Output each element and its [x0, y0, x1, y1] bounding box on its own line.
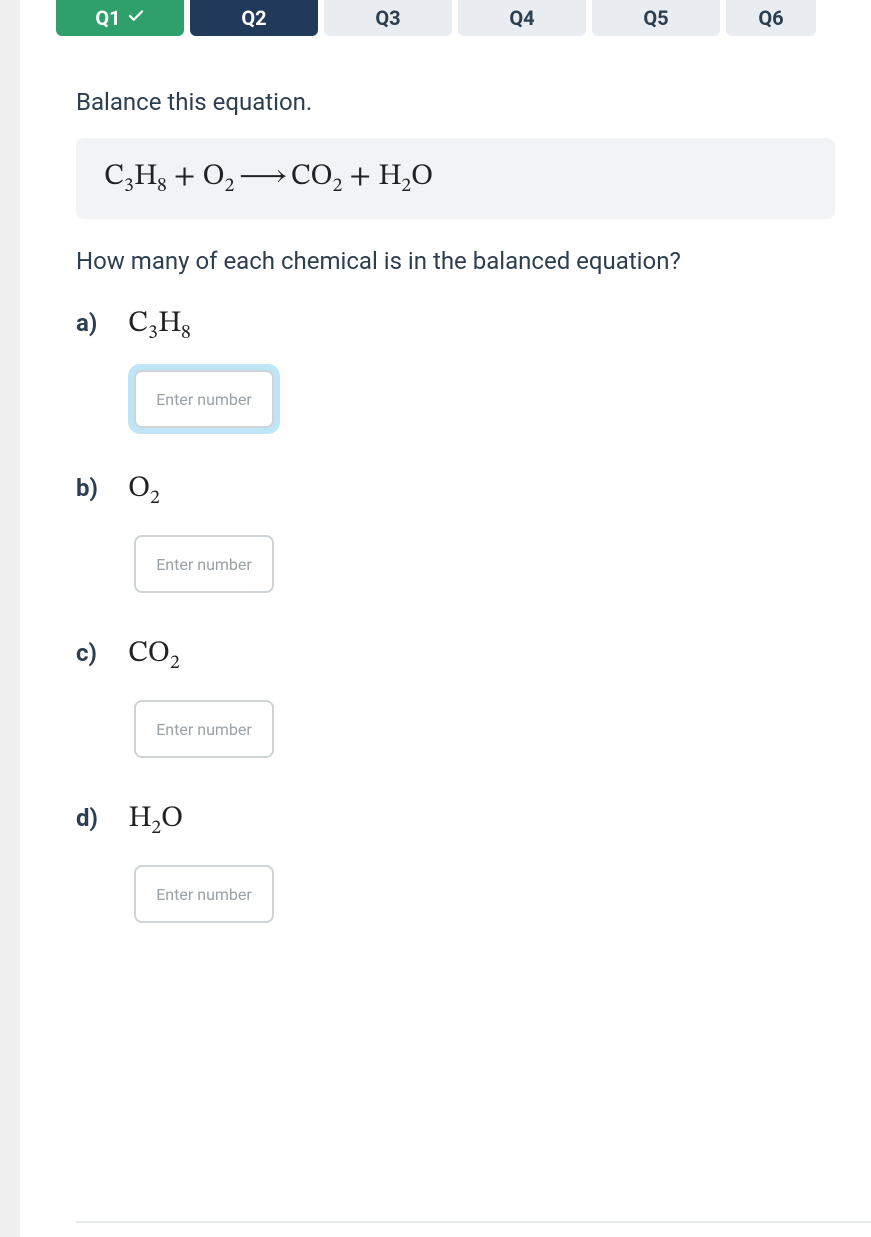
question-prompt: Balance this equation.: [76, 88, 835, 116]
answer-input-b[interactable]: [134, 535, 274, 593]
answer-input-c[interactable]: [134, 700, 274, 758]
tab-q3[interactable]: Q3: [324, 0, 452, 36]
input-focus-ring: [128, 364, 280, 434]
part-heading: d) H2O: [76, 800, 835, 841]
tab-label: Q1: [95, 6, 120, 30]
tab-label: Q6: [758, 6, 783, 30]
chem-term: O: [128, 474, 150, 504]
part-formula: H2O: [128, 800, 183, 841]
eq-sub: 3: [124, 176, 134, 196]
tab-q6[interactable]: Q6: [726, 0, 816, 36]
question-subprompt: How many of each chemical is in the bala…: [76, 247, 835, 275]
equation-display: C3H8 + O2 ⟶ CO2 + H2O: [76, 138, 835, 219]
eq-plus: +: [342, 162, 378, 192]
input-wrap: [128, 694, 280, 764]
part-label: d): [76, 804, 110, 832]
question-content: Balance this equation. C3H8 + O2 ⟶ CO2 +…: [20, 36, 871, 929]
chem-sub: 2: [170, 653, 180, 673]
chem-term: CO: [128, 639, 170, 669]
arrow-icon: ⟶: [234, 162, 290, 192]
part-heading: c) CO2: [76, 635, 835, 676]
eq-term: H: [378, 162, 401, 192]
part-formula: C3H8: [128, 305, 191, 346]
part-label: a): [76, 309, 110, 337]
tab-label: Q2: [241, 6, 266, 30]
tab-q5[interactable]: Q5: [592, 0, 720, 36]
tab-label: Q5: [643, 6, 668, 30]
question-page: Q1 Q2 Q3 Q4 Q5 Q6 Balance this equation.…: [20, 0, 871, 1237]
eq-term: H: [134, 162, 157, 192]
part-label: c): [76, 639, 110, 667]
answer-input-a[interactable]: [134, 370, 274, 428]
input-wrap: [128, 859, 280, 929]
chem-sub: 2: [151, 818, 161, 838]
part-heading: a) C3H8: [76, 305, 835, 346]
chem-sub: 8: [181, 323, 191, 343]
eq-term: O: [202, 162, 224, 192]
chem-sub: 3: [148, 323, 158, 343]
part-b: b) O2: [76, 470, 835, 599]
eq-sub: 8: [157, 176, 167, 196]
chem-term: H: [128, 804, 151, 834]
answer-input-d[interactable]: [134, 865, 274, 923]
part-d: d) H2O: [76, 800, 835, 929]
check-icon: [127, 6, 145, 30]
part-a: a) C3H8: [76, 305, 835, 434]
chem-term: H: [158, 309, 181, 339]
chem-term: O: [161, 804, 183, 834]
tab-label: Q3: [375, 6, 400, 30]
eq-term: C: [104, 162, 124, 192]
part-formula: CO2: [128, 635, 180, 676]
part-formula: O2: [128, 470, 160, 511]
part-c: c) CO2: [76, 635, 835, 764]
eq-sub: 2: [333, 176, 343, 196]
chem-sub: 2: [150, 488, 160, 508]
part-label: b): [76, 474, 110, 502]
part-heading: b) O2: [76, 470, 835, 511]
eq-term: CO: [291, 162, 333, 192]
input-wrap: [128, 529, 280, 599]
chem-term: C: [128, 309, 148, 339]
bottom-divider: [76, 1221, 871, 1223]
question-tabs: Q1 Q2 Q3 Q4 Q5 Q6: [20, 0, 871, 36]
eq-sub: 2: [401, 176, 411, 196]
tab-label: Q4: [509, 6, 534, 30]
tab-q4[interactable]: Q4: [458, 0, 586, 36]
tab-q2[interactable]: Q2: [190, 0, 318, 36]
eq-sub: 2: [225, 176, 235, 196]
eq-plus: +: [167, 162, 203, 192]
tab-q1[interactable]: Q1: [56, 0, 184, 36]
eq-term: O: [411, 162, 433, 192]
